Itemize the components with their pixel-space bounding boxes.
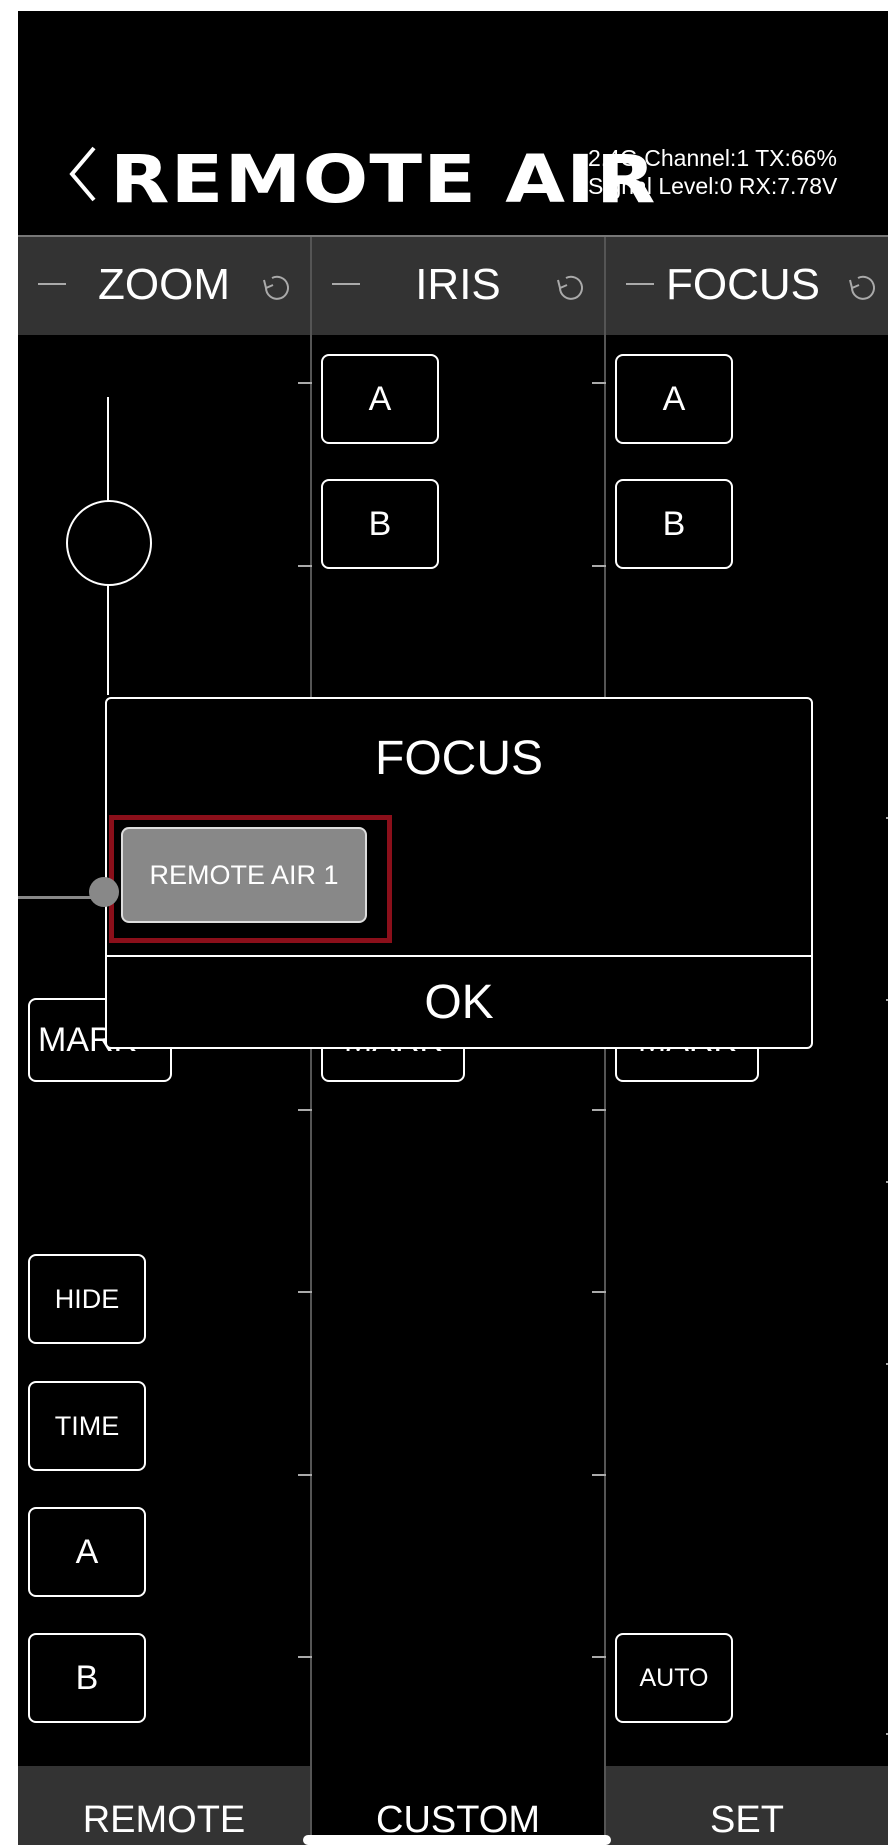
tab-set-label: SET	[710, 1799, 784, 1841]
tab-remote-label: REMOTE	[82, 1799, 246, 1841]
scale-tick	[298, 1474, 312, 1476]
zoom-a-button[interactable]: A	[28, 1507, 146, 1597]
device-remote-air-1[interactable]: REMOTE AIR 1	[121, 827, 367, 923]
scale-tick	[592, 1109, 606, 1111]
back-icon[interactable]	[66, 144, 100, 204]
focus-reset-icon[interactable]	[844, 269, 882, 307]
focus-auto-button[interactable]: AUTO	[615, 1633, 733, 1723]
focus-header: FOCUS	[606, 237, 888, 335]
scale-tick	[592, 1474, 606, 1476]
scale-tick	[592, 1656, 606, 1658]
zoom-reset-icon[interactable]	[258, 269, 296, 307]
tab-remote[interactable]: REMOTE	[18, 1766, 310, 1845]
tab-divider	[604, 1766, 606, 1845]
tab-custom[interactable]: CUSTOM	[312, 1766, 604, 1845]
zoom-header: ZOOM	[18, 237, 310, 335]
scale-tick	[298, 565, 312, 567]
zoom-b-button[interactable]: B	[28, 1633, 146, 1723]
ok-button[interactable]: OK	[107, 957, 811, 1047]
status-line-signal: Signal Level:0 RX:7.78V	[588, 173, 838, 199]
scale-tick	[592, 565, 606, 567]
app-screen: REMOTE AIR 2.4G Channel:1 TX:66% Signal …	[18, 11, 888, 1845]
iris-reset-icon[interactable]	[552, 269, 590, 307]
focus-dialog: FOCUS REMOTE AIR 1 OK	[89, 697, 813, 1049]
scale-tick	[298, 1291, 312, 1293]
connection-status: 2.4G Channel:1 TX:66% Signal Level:0 RX:…	[588, 144, 837, 200]
dialog-title: FOCUS	[375, 732, 543, 785]
scale-tick	[592, 382, 606, 384]
tab-divider	[310, 1766, 312, 1845]
scale-tick	[298, 1656, 312, 1658]
tab-set[interactable]: SET	[606, 1766, 888, 1845]
focus-b-button[interactable]: B	[615, 479, 733, 569]
home-indicator[interactable]	[303, 1835, 611, 1845]
scale-tick	[592, 1291, 606, 1293]
zoom-hide-button[interactable]: HIDE	[28, 1254, 146, 1344]
zoom-time-button[interactable]: TIME	[28, 1381, 146, 1471]
focus-a-button[interactable]: A	[615, 354, 733, 444]
scale-tick	[298, 1109, 312, 1111]
zoom-slider-knob[interactable]	[66, 500, 152, 586]
status-line-channel: 2.4G Channel:1 TX:66%	[588, 145, 837, 171]
iris-header: IRIS	[312, 237, 604, 335]
iris-b-button[interactable]: B	[321, 479, 439, 569]
app-title: REMOTE AIR	[110, 141, 657, 218]
device-connector-dot	[89, 877, 119, 907]
iris-a-button[interactable]: A	[321, 354, 439, 444]
scale-tick	[298, 382, 312, 384]
